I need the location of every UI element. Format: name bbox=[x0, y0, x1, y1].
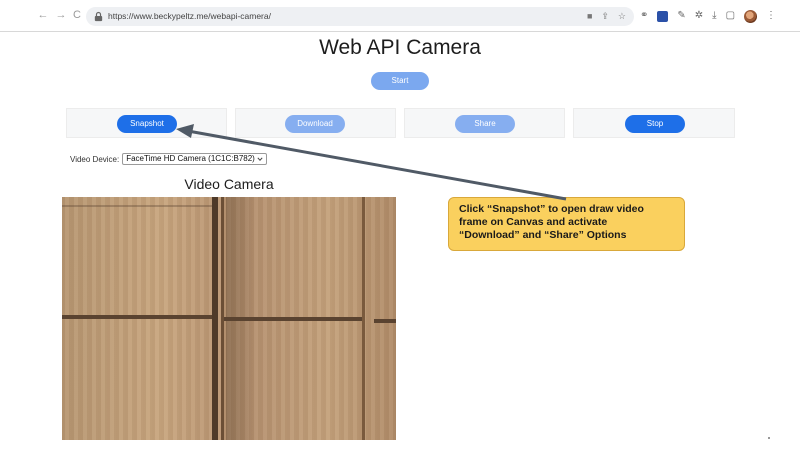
back-icon[interactable]: ← bbox=[36, 8, 50, 22]
browser-toolbar: ← → C https://www.beckypeltz.me/webapi-c… bbox=[0, 0, 800, 32]
share-panel: Share bbox=[404, 108, 565, 138]
annotation-line-3: “Download” and “Share” Options bbox=[459, 229, 627, 241]
download-button[interactable]: Download bbox=[285, 115, 345, 133]
page-title: Web API Camera bbox=[319, 36, 481, 59]
annotation-line-1: Click “Snapshot” to open draw video bbox=[459, 203, 644, 215]
download-icon[interactable]: ⤓ bbox=[712, 9, 716, 23]
wood-panel-top-edge bbox=[62, 205, 212, 207]
video-device-label: Video Device: bbox=[70, 154, 120, 164]
video-heading: Video Camera bbox=[184, 176, 274, 192]
lock-icon bbox=[94, 11, 103, 22]
address-bar[interactable]: https://www.beckypeltz.me/webapi-camera/… bbox=[86, 7, 634, 26]
download-panel: Download bbox=[235, 108, 396, 138]
video-device-row: Video Device: FaceTime HD Camera (1C1C:B… bbox=[70, 153, 267, 165]
extension-square-icon[interactable] bbox=[657, 10, 669, 22]
share-button[interactable]: Share bbox=[455, 115, 515, 133]
forward-icon[interactable]: → bbox=[54, 8, 68, 22]
reload-icon[interactable]: C bbox=[70, 8, 84, 22]
chevron-down-icon bbox=[257, 157, 263, 161]
link-extension-icon[interactable]: ⚭ bbox=[640, 9, 648, 23]
profile-avatar[interactable] bbox=[744, 9, 758, 23]
share-page-icon[interactable]: ⇪ bbox=[601, 10, 609, 23]
wood-panel-rail-right bbox=[374, 319, 396, 323]
annotation-line-2: frame on Canvas and activate bbox=[459, 216, 608, 228]
snapshot-panel: Snapshot bbox=[66, 108, 227, 138]
menu-kebab-icon[interactable]: ⋮ bbox=[766, 9, 776, 23]
side-panel-icon[interactable]: ▢ bbox=[726, 9, 735, 23]
wood-panel-rail-middle bbox=[224, 317, 362, 321]
stop-button[interactable]: Stop bbox=[625, 115, 685, 133]
pen-extension-icon[interactable]: ✎ bbox=[677, 9, 685, 23]
puzzle-extension-icon[interactable]: ✲ bbox=[695, 9, 703, 23]
bookmark-star-icon[interactable]: ☆ bbox=[618, 10, 626, 23]
video-feed bbox=[62, 197, 396, 440]
wood-panel-seam-right bbox=[362, 197, 365, 440]
start-button[interactable]: Start bbox=[371, 72, 429, 90]
annotation-callout: Click “Snapshot” to open draw video fram… bbox=[448, 197, 685, 251]
video-device-select[interactable]: FaceTime HD Camera (1C1C:B782) bbox=[122, 153, 267, 165]
wood-panel-rail-left bbox=[62, 315, 212, 319]
snapshot-button[interactable]: Snapshot bbox=[117, 115, 177, 133]
video-device-selected: FaceTime HD Camera (1C1C:B782) bbox=[126, 154, 255, 163]
camera-indicator-icon[interactable]: ■ bbox=[587, 10, 592, 23]
page-dot bbox=[768, 437, 770, 439]
stop-panel: Stop bbox=[573, 108, 735, 138]
url-text: https://www.beckypeltz.me/webapi-camera/ bbox=[108, 11, 271, 21]
wood-panel-seam-left bbox=[212, 197, 218, 440]
